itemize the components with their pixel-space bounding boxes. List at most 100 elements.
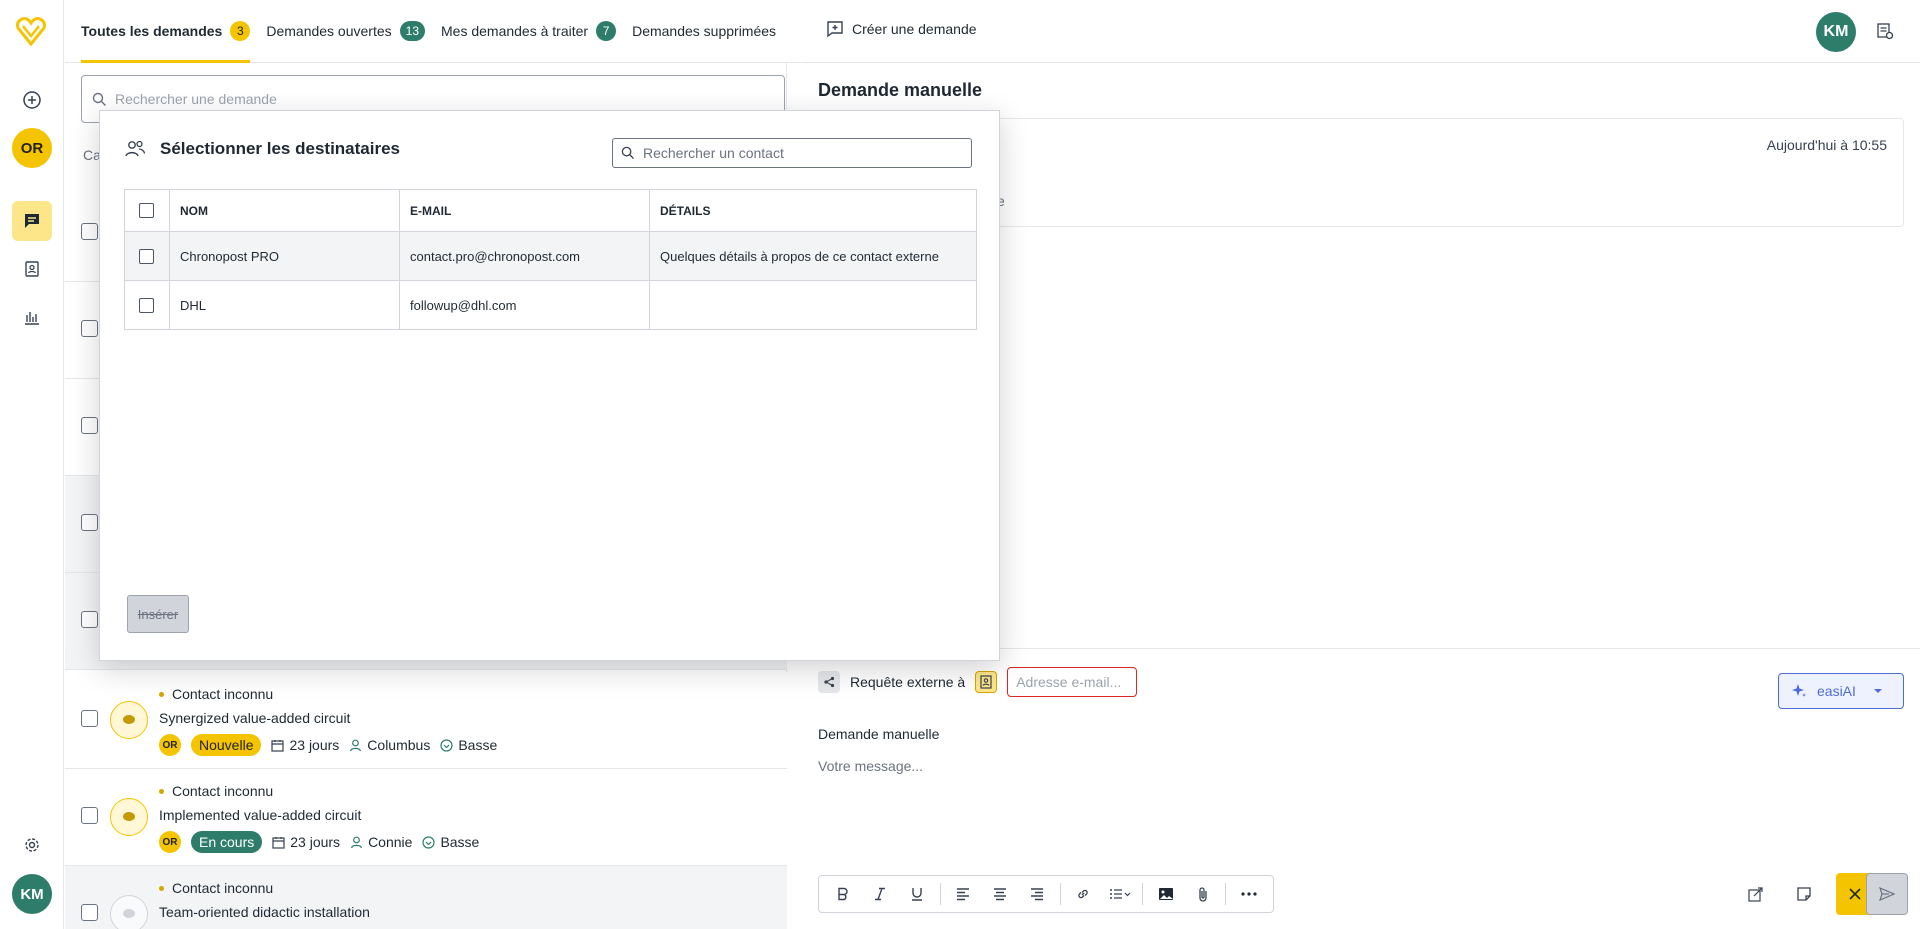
contact-name: DHL [169,280,400,330]
message-timestamp: Aujourd'hui à 10:55 [1766,137,1887,153]
external-request-label: Requête externe à [850,674,966,690]
left-rail: OR KM [0,0,64,929]
share-icon[interactable] [818,671,840,693]
assignee: Connie [368,834,413,850]
request-title: Synergized value-added circuit [159,710,351,726]
row-checkbox[interactable] [139,248,154,264]
row-checkbox[interactable] [81,223,98,240]
new-request-icon[interactable] [12,80,52,120]
user-icon [350,739,362,751]
search-icon [92,92,106,106]
contact-name: Chronopost PRO [169,231,400,281]
tab-open-requests[interactable]: Demandes ouvertes 13 [266,0,425,63]
tab-my-requests[interactable]: Mes demandes à traiter 7 [441,0,617,63]
detail-header: Créer une demande KM [802,0,1920,63]
formatting-toolbar [818,875,1274,913]
send-icon [1879,887,1895,901]
tab-count-badge: 13 [399,21,425,41]
italic-icon[interactable] [864,879,897,909]
row-checkbox[interactable] [81,904,98,921]
list-item[interactable]: Contact inconnu Synergized value-added c… [65,672,787,769]
create-request-button[interactable]: Créer une demande [826,20,977,38]
app-logo-icon[interactable] [14,14,48,48]
add-chat-icon [827,21,843,38]
select-recipients-dialog: Sélectionner les destinataires Recherche… [99,110,1000,661]
row-checkbox[interactable] [81,417,98,434]
send-button[interactable] [1866,873,1908,915]
row-checkbox[interactable] [81,611,98,628]
chat-bubble-icon [110,895,148,929]
contact-details [649,280,977,330]
note-icon[interactable] [1786,873,1822,915]
column-header-name[interactable]: NOM [169,189,400,232]
request-tabs: Toutes les demandes 3 Demandes ouvertes … [65,0,801,63]
contact-name: Contact inconnu [172,880,274,896]
list-item[interactable]: Contact inconnu Team-oriented didactic i… [65,866,787,929]
stats-nav-icon[interactable] [12,297,52,337]
list-dropdown-icon[interactable] [1103,879,1136,909]
link-icon[interactable] [1066,879,1099,909]
column-header-email[interactable]: E-MAIL [399,189,650,232]
row-checkbox[interactable] [81,710,98,727]
contact-details: Quelques détails à propos de ce contact … [649,231,977,281]
status-badge: Nouvelle [191,734,262,756]
bullet-dot [159,691,164,697]
tab-all-requests[interactable]: Toutes les demandes 3 [81,0,251,63]
contact-email: contact.pro@chronopost.com [399,231,650,281]
requests-nav-icon[interactable] [12,201,52,241]
row-checkbox[interactable] [81,320,98,337]
align-center-icon[interactable] [984,879,1017,909]
image-icon[interactable] [1149,879,1182,909]
contacts-nav-icon[interactable] [12,249,52,289]
column-header-details[interactable]: DÉTAILS [649,189,977,232]
tab-count-badge: 7 [596,21,617,41]
subject-field[interactable]: Demande manuelle [818,726,939,742]
user-avatar[interactable]: KM [12,874,52,914]
row-checkbox[interactable] [81,807,98,824]
message-textarea[interactable]: Votre message... [818,758,923,774]
table-row[interactable]: DHL followup@dhl.com [124,280,977,330]
underline-icon[interactable] [901,879,934,909]
assignee: Columbus [367,737,431,753]
list-item[interactable]: Contact inconnu Implemented value-added … [65,769,787,866]
request-title: Demande manuelle [818,80,983,100]
calendar-icon [272,836,285,849]
chat-bubble-icon [110,701,148,739]
priority: Basse [440,834,480,850]
contact-search-input[interactable]: Rechercher un contact [612,138,972,168]
row-checkbox[interactable] [139,297,154,313]
bold-icon[interactable] [827,879,860,909]
more-options-icon[interactable] [1232,879,1265,909]
contact-name: Contact inconnu [172,783,274,799]
tab-count-badge: 3 [230,21,251,41]
users-icon [125,140,146,157]
bullet-dot [159,885,164,891]
table-row[interactable]: Chronopost PRO contact.pro@chronopost.co… [124,231,977,281]
priority-icon [440,738,453,752]
tab-deleted-requests[interactable]: Demandes supprimées [632,0,776,63]
align-right-icon[interactable] [1021,879,1054,909]
priority-icon [422,835,436,849]
bullet-dot [159,788,164,794]
calendar-icon [271,739,285,752]
document-list-icon[interactable] [1876,22,1894,40]
align-left-icon[interactable] [947,879,980,909]
easiai-dropdown-button[interactable]: easiAI [1778,673,1904,709]
settings-gear-icon[interactable] [12,825,52,865]
edit-external-icon[interactable] [1738,873,1774,915]
team-avatar[interactable]: OR [12,128,52,168]
insert-button[interactable]: Insérer [127,595,189,633]
user-avatar[interactable]: KM [1816,12,1856,52]
contact-picker-icon[interactable] [975,671,998,693]
search-icon [621,146,635,160]
contact-email: followup@dhl.com [399,280,650,330]
email-address-input[interactable]: Adresse e-mail... [1007,667,1138,697]
select-all-checkbox[interactable] [139,203,154,218]
priority: Basse [458,737,498,753]
row-checkbox[interactable] [81,514,98,531]
attachment-icon[interactable] [1186,879,1219,909]
dialog-title: Sélectionner les destinataires [160,139,400,158]
contacts-table: NOM E-MAIL DÉTAILS Chronopost PRO contac… [124,189,977,330]
team-avatar: OR [159,734,181,756]
user-icon [350,836,363,848]
